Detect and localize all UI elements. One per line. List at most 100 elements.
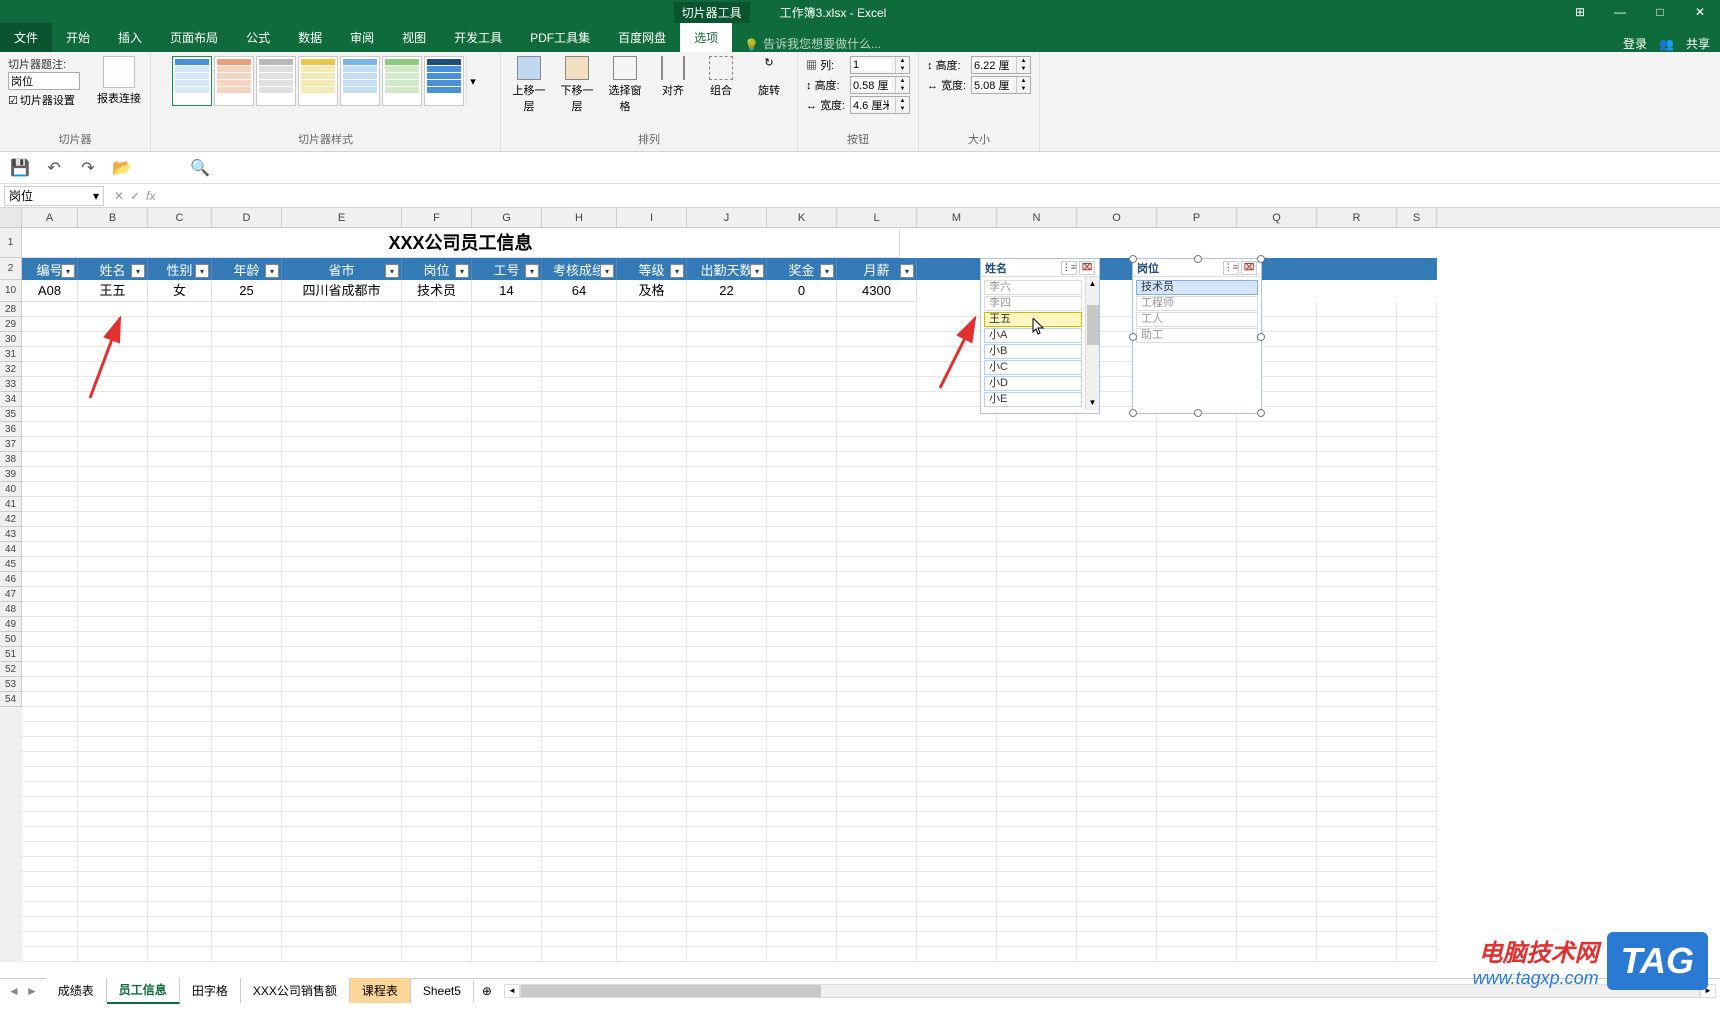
login-button[interactable]: 登录 xyxy=(1623,35,1647,52)
tab-layout[interactable]: 页面布局 xyxy=(156,23,232,52)
col-header[interactable]: F xyxy=(402,208,472,227)
sheet-nav-next-icon[interactable]: ► xyxy=(26,984,38,998)
row-header[interactable]: 29 xyxy=(0,317,22,332)
table-cell[interactable]: 25 xyxy=(212,280,282,302)
close-button[interactable]: ✕ xyxy=(1680,0,1720,24)
row-header[interactable]: 44 xyxy=(0,542,22,557)
row-header[interactable]: 28 xyxy=(0,302,22,317)
tab-view[interactable]: 视图 xyxy=(388,23,440,52)
slicer-styles-gallery[interactable]: ▾ xyxy=(172,56,480,106)
col-header[interactable]: K xyxy=(767,208,837,227)
row-header[interactable]: 31 xyxy=(0,347,22,362)
enter-icon[interactable]: ✓ xyxy=(130,189,140,203)
hscroll-left-icon[interactable]: ◄ xyxy=(504,984,520,998)
formula-input[interactable] xyxy=(161,188,1720,203)
table-cell[interactable]: 女 xyxy=(148,280,212,302)
clear-filter-icon[interactable]: ⌧ xyxy=(1241,261,1257,275)
table-header-cell[interactable]: 编号▾ xyxy=(22,258,78,280)
filter-button[interactable]: ▾ xyxy=(131,264,145,278)
row-header[interactable]: 52 xyxy=(0,662,22,677)
filter-button[interactable]: ▾ xyxy=(820,264,834,278)
row-header[interactable]: 1 xyxy=(0,228,22,258)
col-header[interactable]: J xyxy=(687,208,767,227)
filter-button[interactable]: ▾ xyxy=(900,264,914,278)
tab-review[interactable]: 审阅 xyxy=(336,23,388,52)
col-header[interactable]: I xyxy=(617,208,687,227)
slicer-item[interactable]: 工人 xyxy=(1136,312,1258,327)
table-header-cell[interactable]: 考核成绩▾ xyxy=(542,258,617,280)
minimize-button[interactable]: — xyxy=(1600,0,1640,24)
slicer-scrollbar[interactable]: ▲ ▼ xyxy=(1085,277,1099,410)
cols-up[interactable]: ▲ xyxy=(895,57,909,65)
size-height-input[interactable] xyxy=(972,59,1012,71)
table-cell[interactable]: 22 xyxy=(687,280,767,302)
filter-button[interactable]: ▾ xyxy=(600,264,614,278)
tab-options[interactable]: 选项 xyxy=(680,23,732,52)
table-header-cell[interactable]: 等级▾ xyxy=(617,258,687,280)
tab-insert[interactable]: 插入 xyxy=(104,23,156,52)
slicer-style-7[interactable] xyxy=(424,56,464,106)
row-header[interactable]: 45 xyxy=(0,557,22,572)
row-header[interactable]: 43 xyxy=(0,527,22,542)
col-header[interactable]: E xyxy=(282,208,402,227)
slicer-item[interactable]: 小B xyxy=(984,344,1082,359)
slicer-style-3[interactable] xyxy=(256,56,296,106)
table-header-cell[interactable]: 性别▾ xyxy=(148,258,212,280)
col-header[interactable]: P xyxy=(1157,208,1237,227)
slicer-settings-button[interactable]: 切片器设置 xyxy=(20,92,75,108)
tell-me-input[interactable]: 告诉我您想要做什么... xyxy=(763,35,881,52)
tab-home[interactable]: 开始 xyxy=(52,23,104,52)
filter-button[interactable]: ▾ xyxy=(525,264,539,278)
slicer-style-6[interactable] xyxy=(382,56,422,106)
row-header[interactable]: 35 xyxy=(0,407,22,422)
filter-button[interactable]: ▾ xyxy=(670,264,684,278)
table-header-cell[interactable]: 省市▾ xyxy=(282,258,402,280)
filter-button[interactable]: ▾ xyxy=(195,264,209,278)
row-header[interactable]: 41 xyxy=(0,497,22,512)
row-header[interactable]: 42 xyxy=(0,512,22,527)
row-header[interactable]: 54 xyxy=(0,692,22,707)
report-connections-button[interactable]: 报表连接 xyxy=(96,56,142,106)
row-header[interactable]: 37 xyxy=(0,437,22,452)
slicer-style-1[interactable] xyxy=(172,56,212,106)
slicer-styles-more[interactable]: ▾ xyxy=(466,56,480,106)
print-preview-icon[interactable]: 🔍 xyxy=(190,158,210,178)
save-icon[interactable]: 💾 xyxy=(10,158,30,178)
filter-button[interactable]: ▾ xyxy=(61,264,75,278)
row-header[interactable]: 34 xyxy=(0,392,22,407)
scroll-thumb[interactable] xyxy=(1087,305,1099,345)
slicer-item[interactable]: 助工 xyxy=(1136,328,1258,343)
row-header[interactable]: 53 xyxy=(0,677,22,692)
table-header-cell[interactable]: 岗位▾ xyxy=(402,258,472,280)
table-cell[interactable]: 技术员 xyxy=(402,280,472,302)
slicer-item[interactable]: 工程师 xyxy=(1136,296,1258,311)
row-header[interactable]: 10 xyxy=(0,280,22,302)
col-header[interactable]: A xyxy=(22,208,78,227)
cancel-icon[interactable]: ✕ xyxy=(114,189,124,203)
row-header[interactable]: 46 xyxy=(0,572,22,587)
tab-formula[interactable]: 公式 xyxy=(232,23,284,52)
row-header[interactable]: 51 xyxy=(0,647,22,662)
col-header[interactable]: N xyxy=(997,208,1077,227)
row-header[interactable]: 2 xyxy=(0,258,22,280)
table-cell[interactable]: 四川省成都市 xyxy=(282,280,402,302)
slicer-item[interactable]: 技术员 xyxy=(1136,280,1258,295)
row-header[interactable]: 32 xyxy=(0,362,22,377)
scroll-up-icon[interactable]: ▲ xyxy=(1086,277,1099,291)
row-header[interactable]: 33 xyxy=(0,377,22,392)
btn-width-input[interactable] xyxy=(851,99,891,111)
tab-data[interactable]: 数据 xyxy=(284,23,336,52)
col-header[interactable]: C xyxy=(148,208,212,227)
slicer-item[interactable]: 王五 xyxy=(984,312,1082,327)
name-box-dropdown-icon[interactable]: ▾ xyxy=(93,189,99,203)
name-box[interactable]: 岗位 ▾ xyxy=(4,186,104,206)
fx-icon[interactable]: fx xyxy=(146,189,155,203)
slicer-name[interactable]: 姓名 ⋮≡ ⌧ 李六 李四 王五 小A 小B 小C 小D 小E ▲ ▼ xyxy=(980,258,1100,414)
table-header-cell[interactable]: 姓名▾ xyxy=(78,258,148,280)
col-header[interactable]: D xyxy=(212,208,282,227)
row-header[interactable]: 47 xyxy=(0,587,22,602)
columns-input[interactable] xyxy=(851,59,891,71)
table-cell[interactable]: 王五 xyxy=(78,280,148,302)
filter-button[interactable]: ▾ xyxy=(750,264,764,278)
col-header[interactable]: L xyxy=(837,208,917,227)
